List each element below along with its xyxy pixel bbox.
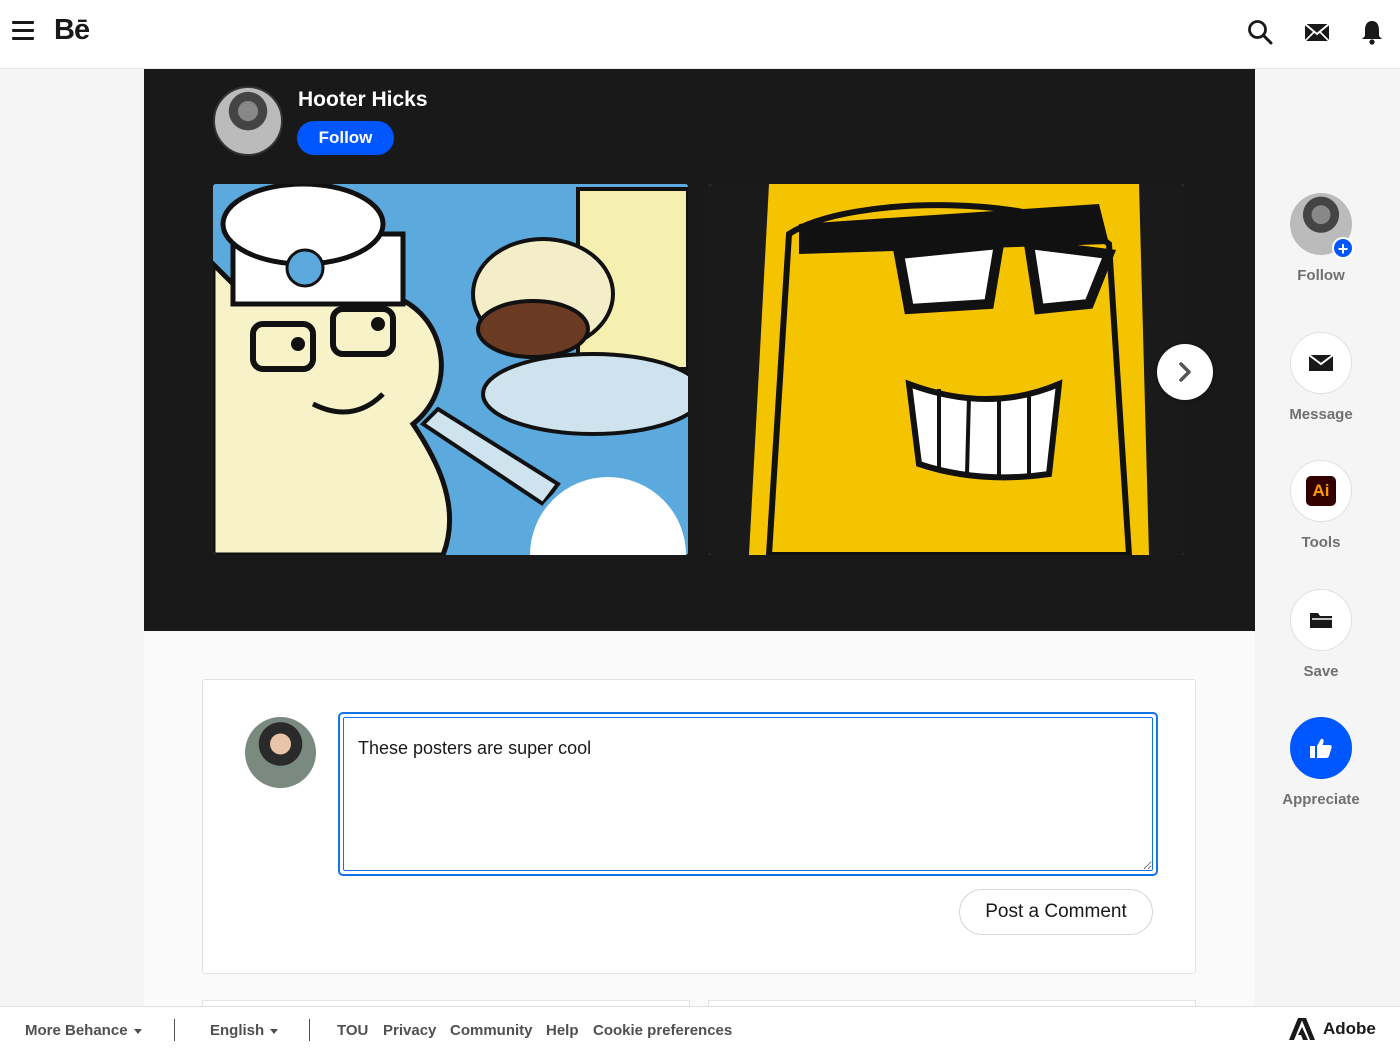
- artwork-sunglasses-face[interactable]: [709, 184, 1184, 555]
- comment-box: [338, 712, 1158, 876]
- chevron-down-icon: [270, 1028, 279, 1034]
- menu-icon[interactable]: [12, 21, 34, 41]
- chevron-down-icon: [133, 1028, 142, 1034]
- illustrator-icon: Ai: [1306, 476, 1336, 506]
- next-image-button[interactable]: [1157, 344, 1213, 400]
- adobe-link[interactable]: Adobe: [1289, 1018, 1376, 1040]
- footer-link-privacy[interactable]: Privacy: [383, 1022, 436, 1039]
- footer-divider: [309, 1019, 310, 1041]
- footer-divider: [174, 1019, 175, 1041]
- footer: More Behance English TOU Privacy Communi…: [0, 1006, 1400, 1051]
- footer-link-tou[interactable]: TOU: [337, 1022, 368, 1039]
- rail-appreciate-label: Appreciate: [1282, 791, 1360, 808]
- notification-bell-icon[interactable]: [1358, 18, 1386, 46]
- adobe-logo-icon: [1289, 1018, 1315, 1040]
- rail-tools-label: Tools: [1301, 534, 1341, 551]
- chevron-right-icon: [1179, 362, 1191, 382]
- plus-icon: +: [1332, 237, 1354, 259]
- language-dropdown[interactable]: English: [210, 1022, 279, 1039]
- more-behance-label: More Behance: [25, 1022, 128, 1039]
- rail-follow[interactable]: + Follow: [1281, 193, 1361, 284]
- mail-icon: [1308, 354, 1334, 371]
- owner-avatar: +: [1290, 193, 1354, 259]
- rail-save-label: Save: [1303, 663, 1339, 680]
- footer-link-community[interactable]: Community: [450, 1022, 533, 1039]
- behance-logo[interactable]: Bē: [54, 14, 90, 47]
- search-icon[interactable]: [1246, 18, 1274, 46]
- rail-tools[interactable]: Ai Tools: [1281, 460, 1361, 551]
- more-behance-dropdown[interactable]: More Behance: [25, 1022, 142, 1039]
- rail-message-label: Message: [1289, 406, 1353, 423]
- adobe-label: Adobe: [1323, 1019, 1376, 1038]
- artwork-chef-burger[interactable]: [213, 184, 688, 555]
- rail-follow-label: Follow: [1297, 267, 1345, 284]
- post-comment-button[interactable]: Post a Comment: [959, 889, 1153, 935]
- top-navigation-bar: Bē: [0, 0, 1400, 69]
- footer-link-cookie-preferences[interactable]: Cookie preferences: [593, 1022, 732, 1039]
- rail-appreciate[interactable]: Appreciate: [1281, 717, 1361, 808]
- folder-icon: [1310, 613, 1332, 628]
- follow-button[interactable]: Follow: [297, 121, 394, 155]
- comment-input[interactable]: [343, 717, 1153, 871]
- language-label: English: [210, 1022, 265, 1039]
- rail-message[interactable]: Message: [1281, 332, 1361, 423]
- current-user-avatar: [245, 717, 316, 788]
- owner-name[interactable]: Hooter Hicks: [298, 88, 428, 112]
- owner-avatar[interactable]: [213, 86, 283, 156]
- thumbs-up-icon: [1310, 738, 1332, 758]
- rail-save[interactable]: Save: [1281, 589, 1361, 680]
- footer-link-help[interactable]: Help: [546, 1022, 579, 1039]
- mail-icon[interactable]: [1303, 18, 1331, 46]
